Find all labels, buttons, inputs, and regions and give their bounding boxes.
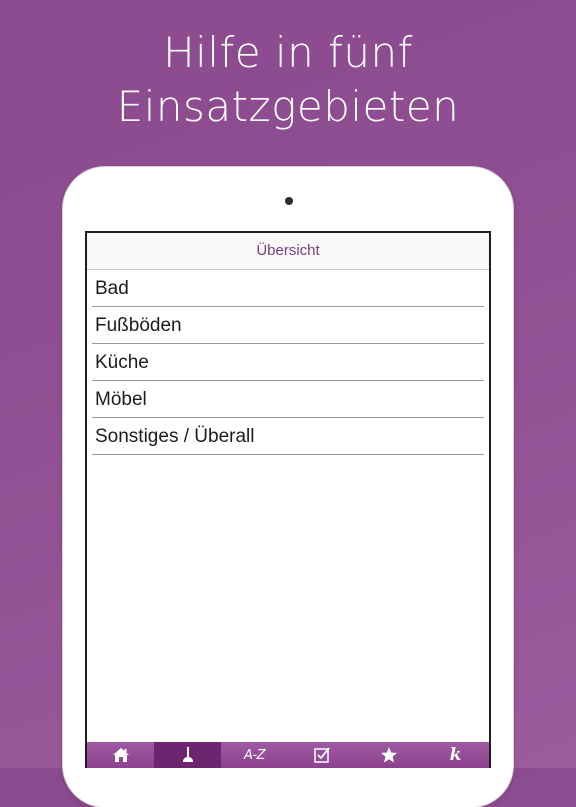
az-icon: A-Z bbox=[244, 747, 266, 763]
tab-about[interactable]: k bbox=[422, 742, 489, 768]
headline-line-1: Hilfe in fünf bbox=[163, 28, 413, 77]
headline: Hilfe in fünf Einsatzgebieten bbox=[0, 26, 576, 134]
tab-home[interactable] bbox=[87, 742, 154, 768]
tab-favorites[interactable] bbox=[355, 742, 422, 768]
plunger-icon bbox=[182, 747, 193, 762]
tab-checklist[interactable] bbox=[288, 742, 355, 768]
list-item-moebel[interactable]: Möbel bbox=[92, 381, 484, 418]
page-title: Übersicht bbox=[256, 242, 320, 259]
camera-dot bbox=[285, 197, 293, 205]
app-screen: Übersicht Bad Fußböden Küche Möbel Sonst… bbox=[85, 231, 491, 768]
tab-cleaning[interactable] bbox=[154, 742, 221, 768]
list-item-kueche[interactable]: Küche bbox=[92, 344, 484, 381]
list-item-sonstiges[interactable]: Sonstiges / Überall bbox=[92, 418, 484, 455]
home-icon bbox=[112, 748, 129, 762]
k-logo-icon: k bbox=[449, 745, 462, 765]
checkbox-icon bbox=[313, 747, 330, 763]
star-icon bbox=[380, 747, 397, 763]
headline-line-2: Einsatzgebieten bbox=[116, 82, 460, 131]
tab-a-z[interactable]: A-Z bbox=[221, 742, 288, 768]
category-list: Bad Fußböden Küche Möbel Sonstiges / Übe… bbox=[87, 270, 489, 455]
list-item-bad[interactable]: Bad bbox=[92, 270, 484, 307]
navigation-bar: Übersicht bbox=[87, 233, 489, 270]
tab-bar: A-Z k bbox=[87, 742, 489, 768]
list-item-fussboeden[interactable]: Fußböden bbox=[92, 307, 484, 344]
